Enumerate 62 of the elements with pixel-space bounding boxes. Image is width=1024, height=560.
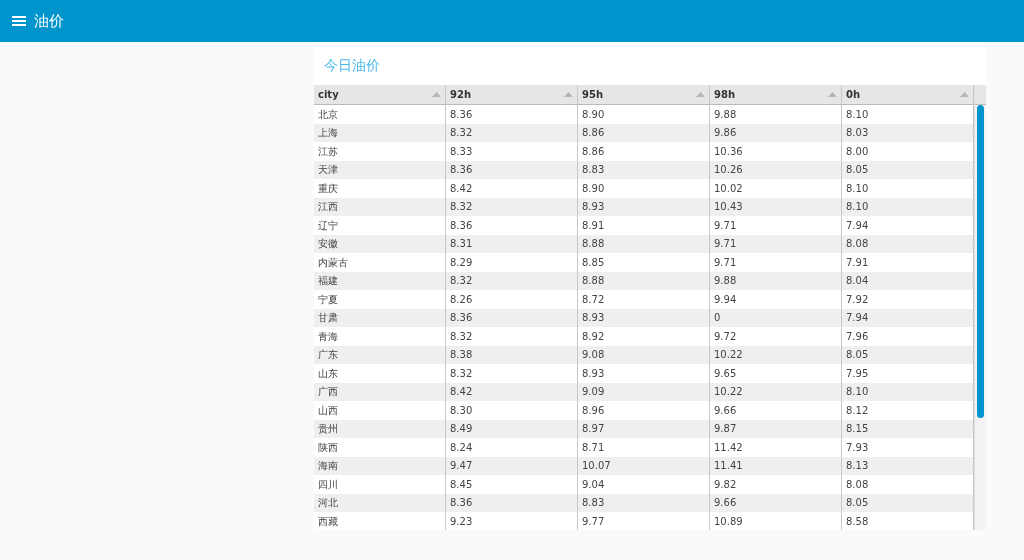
table-cell: 辽宁 [314, 216, 446, 235]
table-cell: 四川 [314, 475, 446, 494]
menu-icon[interactable] [12, 15, 26, 27]
card-title: 今日油价 [324, 56, 380, 75]
table-cell: 8.42 [446, 179, 578, 198]
table-cell: 8.90 [578, 105, 710, 124]
table-cell: 青海 [314, 327, 446, 346]
table-cell: 8.36 [446, 105, 578, 124]
table-cell: 8.72 [578, 290, 710, 309]
table-cell: 8.93 [578, 364, 710, 383]
column-header[interactable]: 92h [446, 85, 578, 104]
table-cell: 11.42 [710, 438, 842, 457]
table-cell: 8.71 [578, 438, 710, 457]
table-cell: 山西 [314, 401, 446, 420]
sort-icon [432, 92, 441, 97]
table-cell: 9.65 [710, 364, 842, 383]
table-cell: 8.36 [446, 216, 578, 235]
table-cell: 9.77 [578, 512, 710, 530]
table-cell: 9.23 [446, 512, 578, 530]
table-cell: 8.26 [446, 290, 578, 309]
table-cell: 8.29 [446, 253, 578, 272]
table-cell: 8.90 [578, 179, 710, 198]
sort-icon [960, 92, 969, 97]
table-cell: 宁夏 [314, 290, 446, 309]
column-header[interactable]: 98h [710, 85, 842, 104]
table-cell: 8.96 [578, 401, 710, 420]
table-cell: 山东 [314, 364, 446, 383]
table-cell: 江苏 [314, 142, 446, 161]
table-cell: 9.82 [710, 475, 842, 494]
table-cell: 8.32 [446, 364, 578, 383]
table-cell: 内蒙古 [314, 253, 446, 272]
table-cell: 8.91 [578, 216, 710, 235]
table-cell: 9.71 [710, 216, 842, 235]
table-cell: 9.72 [710, 327, 842, 346]
table-cell: 9.94 [710, 290, 842, 309]
table-cell: 8.92 [578, 327, 710, 346]
table-cell: 10.89 [710, 512, 842, 530]
table-cell: 8.24 [446, 438, 578, 457]
table-cell: 10.02 [710, 179, 842, 198]
sort-icon [696, 92, 705, 97]
table-cell: 重庆 [314, 179, 446, 198]
table-cell: 9.71 [710, 253, 842, 272]
table-cell: 8.85 [578, 253, 710, 272]
column-header[interactable]: 95h [578, 85, 710, 104]
table-cell: 8.33 [446, 142, 578, 161]
table-cell: 8.45 [446, 475, 578, 494]
table-cell: 陕西 [314, 438, 446, 457]
table-cell: 10.36 [710, 142, 842, 161]
table-cell: 9.66 [710, 401, 842, 420]
table-cell: 9.88 [710, 105, 842, 124]
sort-icon [828, 92, 837, 97]
sort-icon [564, 92, 573, 97]
app-title: 油价 [34, 10, 64, 32]
table-cell: 北京 [314, 105, 446, 124]
table-cell: 8.32 [446, 327, 578, 346]
table-cell: 8.86 [578, 142, 710, 161]
table-cell: 9.04 [578, 475, 710, 494]
table-cell: 8.30 [446, 401, 578, 420]
column-header[interactable]: city [314, 85, 446, 104]
scrollbar[interactable] [974, 85, 986, 530]
scrollbar-thumb[interactable] [977, 105, 984, 418]
table-cell: 西藏 [314, 512, 446, 530]
